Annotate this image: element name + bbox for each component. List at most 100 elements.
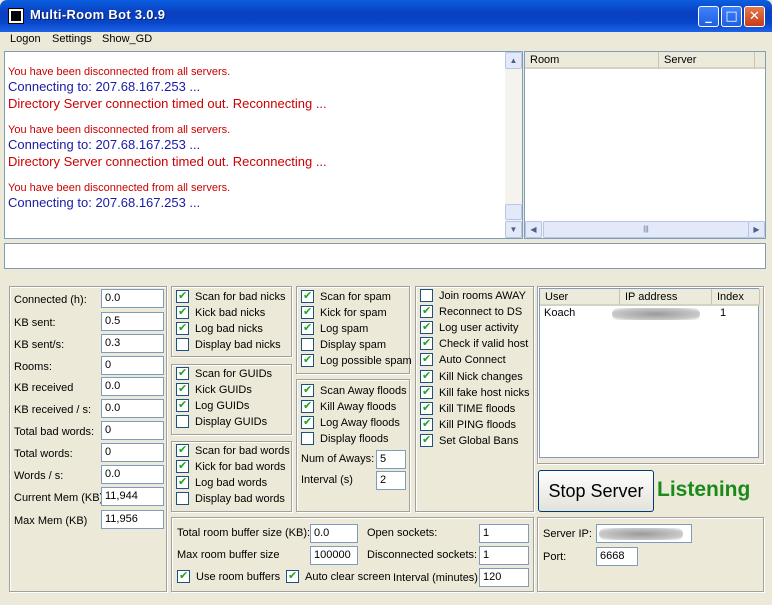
words-option-checkbox[interactable]: Display bad words: [176, 492, 285, 505]
checkbox-box[interactable]: [420, 369, 433, 383]
bot-option-checkbox[interactable]: Kill TIME floods: [420, 401, 515, 415]
stat-value-field[interactable]: 0: [101, 443, 164, 462]
table-row[interactable]: Koach 1: [540, 306, 758, 322]
stat-value-field[interactable]: 11,956: [101, 510, 164, 529]
checkbox-box[interactable]: [420, 401, 433, 415]
guid-option-checkbox[interactable]: Display GUIDs: [176, 415, 267, 428]
checkbox-box[interactable]: [301, 383, 314, 397]
words-option-checkbox[interactable]: Scan for bad words: [176, 443, 290, 457]
minimize-button[interactable]: _: [698, 6, 719, 27]
spam-option-checkbox[interactable]: Display spam: [301, 338, 386, 351]
menu-show-gd[interactable]: Show_GD: [102, 33, 152, 45]
close-button[interactable]: ✕: [744, 6, 765, 27]
nick-option-checkbox[interactable]: Display bad nicks: [176, 338, 281, 351]
bot-option-checkbox[interactable]: Auto Connect: [420, 352, 506, 366]
stat-value-field[interactable]: 0.5: [101, 312, 164, 331]
checkbox-box[interactable]: [420, 289, 433, 302]
log-pane[interactable]: You have been disconnected from all serv…: [4, 51, 523, 239]
maximize-button[interactable]: □: [721, 6, 742, 27]
stat-value-field[interactable]: 0: [101, 356, 164, 375]
checkbox-box[interactable]: [176, 443, 189, 457]
bot-option-checkbox[interactable]: Set Global Bans: [420, 433, 519, 447]
checkbox-box[interactable]: [301, 353, 314, 367]
bot-option-checkbox[interactable]: Log user activity: [420, 320, 518, 334]
scroll-thumb[interactable]: [505, 204, 522, 220]
use-room-buffers-checkbox[interactable]: Use room buffers: [177, 569, 280, 583]
menu-logon[interactable]: Logon: [10, 33, 41, 45]
checkbox-box[interactable]: [301, 289, 314, 303]
spam-option-checkbox[interactable]: Log possible spam: [301, 353, 412, 367]
spam-option-checkbox[interactable]: Scan for spam: [301, 289, 391, 303]
stat-value-field[interactable]: 0.3: [101, 334, 164, 353]
checkbox-box[interactable]: [420, 417, 433, 431]
checkbox-box[interactable]: [177, 569, 190, 583]
user-list[interactable]: User IP address Index Koach 1: [539, 288, 760, 458]
bot-option-checkbox[interactable]: Check if valid host: [420, 336, 528, 350]
checkbox-box[interactable]: [301, 415, 314, 429]
column-user[interactable]: User: [540, 289, 620, 306]
scroll-right-icon[interactable]: ▶: [748, 221, 765, 238]
checkbox-box[interactable]: [420, 352, 433, 366]
checkbox-box[interactable]: [301, 321, 314, 335]
away-option-checkbox[interactable]: Scan Away floods: [301, 383, 407, 397]
column-extra[interactable]: [755, 52, 765, 69]
num-aways-input[interactable]: 5: [376, 450, 406, 469]
checkbox-box[interactable]: [420, 433, 433, 447]
checkbox-box[interactable]: [176, 321, 189, 335]
disconnected-sockets-field[interactable]: 1: [479, 546, 529, 565]
away-interval-input[interactable]: 2: [376, 471, 406, 490]
bot-option-checkbox[interactable]: Kill PING floods: [420, 417, 516, 431]
stat-value-field[interactable]: 0.0: [101, 289, 164, 308]
port-input[interactable]: 6668: [596, 547, 638, 566]
log-scrollbar[interactable]: ▲ ▼: [505, 52, 522, 238]
checkbox-box[interactable]: [176, 398, 189, 412]
column-ip[interactable]: IP address: [620, 289, 712, 306]
checkbox-box[interactable]: [176, 366, 189, 380]
checkbox-box[interactable]: [176, 382, 189, 396]
column-server[interactable]: Server: [659, 52, 755, 69]
checkbox-box[interactable]: [301, 305, 314, 319]
checkbox-box[interactable]: [176, 305, 189, 319]
scroll-up-icon[interactable]: ▲: [505, 52, 522, 69]
checkbox-box[interactable]: [420, 336, 433, 350]
checkbox-box[interactable]: [420, 320, 433, 334]
checkbox-box[interactable]: [301, 399, 314, 413]
away-option-checkbox[interactable]: Kill Away floods: [301, 399, 396, 413]
nick-option-checkbox[interactable]: Kick bad nicks: [176, 305, 265, 319]
column-index[interactable]: Index: [712, 289, 760, 306]
column-room[interactable]: Room: [525, 52, 659, 69]
checkbox-box[interactable]: [176, 475, 189, 489]
spam-option-checkbox[interactable]: Kick for spam: [301, 305, 387, 319]
bot-option-checkbox[interactable]: Kill Nick changes: [420, 369, 523, 383]
stop-server-button[interactable]: Stop Server: [538, 470, 654, 512]
checkbox-box[interactable]: [301, 432, 314, 445]
nick-option-checkbox[interactable]: Log bad nicks: [176, 321, 263, 335]
scroll-down-icon[interactable]: ▼: [505, 221, 522, 238]
scroll-left-icon[interactable]: ◀: [525, 221, 542, 238]
words-option-checkbox[interactable]: Log bad words: [176, 475, 267, 489]
checkbox-box[interactable]: [176, 492, 189, 505]
spam-option-checkbox[interactable]: Log spam: [301, 321, 368, 335]
words-option-checkbox[interactable]: Kick for bad words: [176, 459, 285, 473]
away-option-checkbox[interactable]: Display floods: [301, 432, 388, 445]
guid-option-checkbox[interactable]: Log GUIDs: [176, 398, 249, 412]
checkbox-box[interactable]: [176, 338, 189, 351]
checkbox-box[interactable]: [176, 415, 189, 428]
checkbox-box[interactable]: [420, 304, 433, 318]
open-sockets-field[interactable]: 1: [479, 524, 529, 543]
guid-option-checkbox[interactable]: Kick GUIDs: [176, 382, 252, 396]
guid-option-checkbox[interactable]: Scan for GUIDs: [176, 366, 272, 380]
bot-option-checkbox[interactable]: Kill fake host nicks: [420, 385, 529, 399]
total-buffer-field[interactable]: 0.0: [310, 524, 358, 543]
stat-value-field[interactable]: 0: [101, 421, 164, 440]
bot-option-checkbox[interactable]: Join rooms AWAY: [420, 289, 526, 302]
auto-clear-screen-checkbox[interactable]: Auto clear screen: [286, 569, 391, 583]
menu-settings[interactable]: Settings: [52, 33, 92, 45]
stat-value-field[interactable]: 11,944: [101, 487, 164, 506]
checkbox-box[interactable]: [176, 459, 189, 473]
server-ip-input[interactable]: [596, 524, 692, 543]
stat-value-field[interactable]: 0.0: [101, 465, 164, 484]
room-list[interactable]: Room Server ◀ ||| ▶: [524, 51, 766, 239]
nick-option-checkbox[interactable]: Scan for bad nicks: [176, 289, 286, 303]
checkbox-box[interactable]: [301, 338, 314, 351]
